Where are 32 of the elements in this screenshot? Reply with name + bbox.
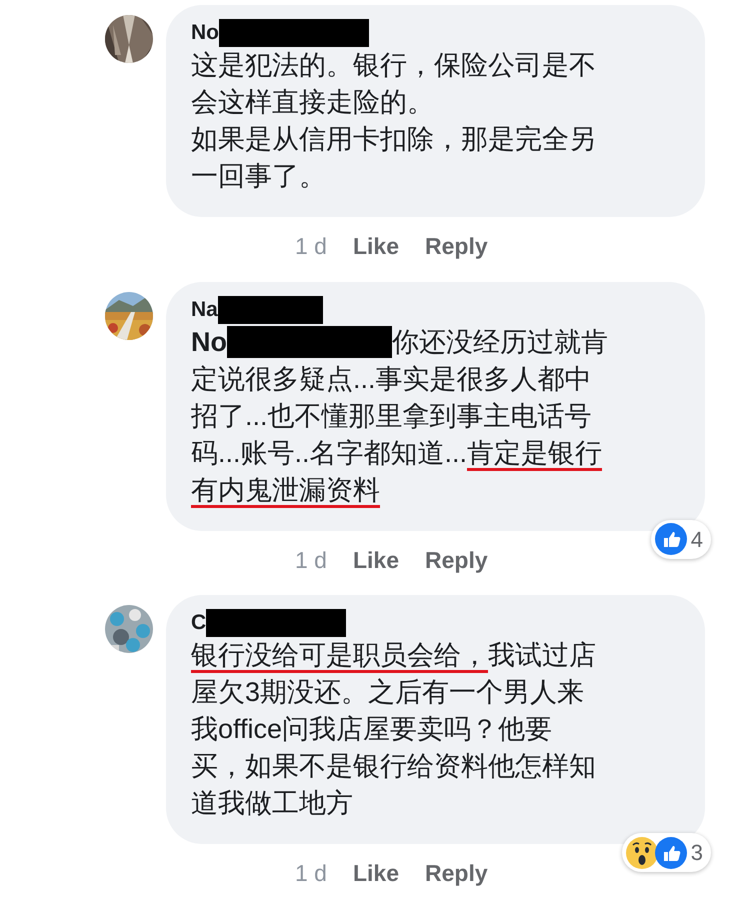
author-name[interactable]: C xyxy=(191,609,206,637)
like-link[interactable]: Like xyxy=(352,542,400,577)
comment-text-line: 一回事了。 xyxy=(191,160,326,193)
reaction-count[interactable]: 3 xyxy=(622,833,711,872)
reply-link[interactable]: Reply xyxy=(425,856,488,890)
comment-text-line: 我office问我店屋要卖吗？他要 xyxy=(191,713,552,746)
timestamp[interactable]: 1 d xyxy=(295,856,327,890)
thumbs-up-icon xyxy=(654,523,687,555)
thumbs-up-icon xyxy=(654,836,687,868)
comment-text-line: 有内鬼泄漏资料 xyxy=(191,472,380,508)
comment-text-line: 道我做工地方 xyxy=(191,787,353,820)
comment-text-line: 买，如果不是银行给资料他怎样知 xyxy=(191,750,596,783)
like-link[interactable]: Like xyxy=(352,856,400,890)
comment-text-line: 定说很多疑点...事实是很多人都中 xyxy=(191,362,592,396)
comment-text-line: 这是犯法的。银行，保险公司是不 xyxy=(191,49,596,82)
comment-text-line: 如果是从信用卡扣除，那是完全另 xyxy=(191,123,596,156)
author-name[interactable]: No xyxy=(191,19,219,47)
comment-text-line: 招了...也不懂那里拿到事主电话号 xyxy=(191,400,592,432)
timestamp[interactable]: 1 d xyxy=(295,542,327,577)
comment-text-line: 屋欠3期没还。之后有一个男人来 xyxy=(191,676,584,709)
surprised-face-icon xyxy=(626,836,658,868)
comment-text-line: 你还没经历过就肯 xyxy=(392,326,608,358)
comment-text-line: 会这样直接走险的。 xyxy=(191,86,434,119)
mention-name[interactable]: No xyxy=(191,324,227,360)
comment-text-line: 银行没给可是职员会给，我试过店 xyxy=(191,637,596,674)
author-name[interactable]: Na xyxy=(191,296,218,324)
reaction-count[interactable]: 4 xyxy=(650,520,711,558)
timestamp[interactable]: 1 d xyxy=(295,229,327,264)
reply-link[interactable]: Reply xyxy=(425,229,488,264)
reply-link[interactable]: Reply xyxy=(425,542,488,577)
comment-text-line: 码...账号..名字都知道...肯定是银行 xyxy=(191,434,602,472)
like-link[interactable]: Like xyxy=(352,229,400,264)
